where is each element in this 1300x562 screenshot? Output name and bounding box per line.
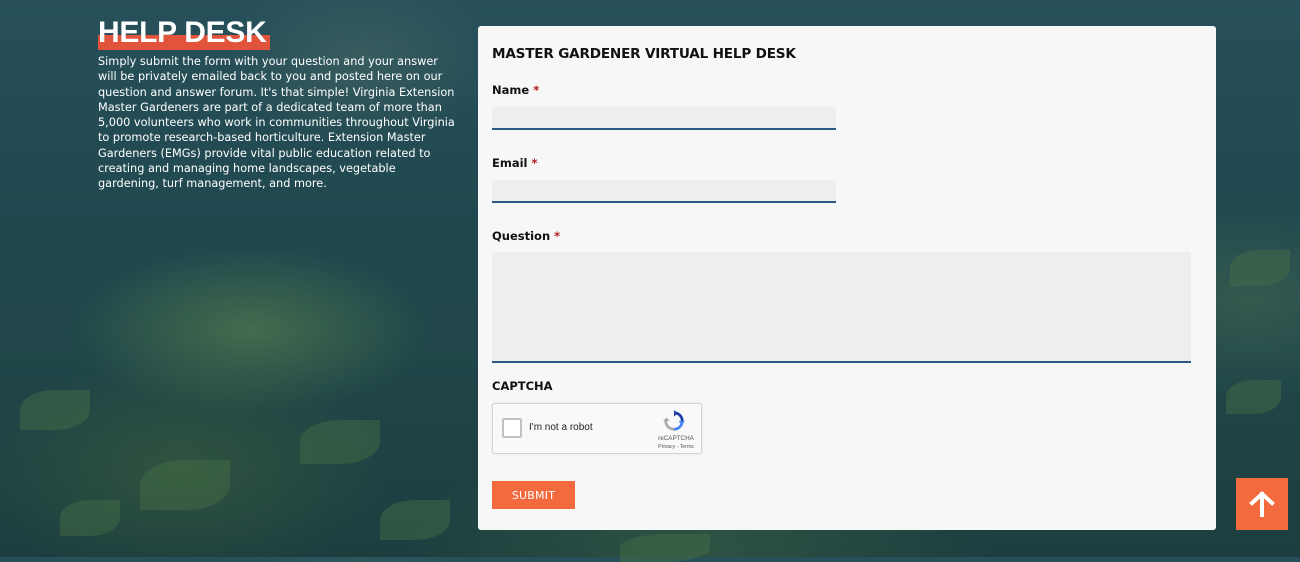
intro-section: HELP DESK Simply submit the form with yo… [98,16,460,192]
background-foliage [140,460,230,510]
name-input[interactable] [492,107,836,130]
recaptcha-checkbox[interactable] [502,418,522,438]
question-textarea[interactable] [492,252,1191,363]
background-foliage [60,500,120,536]
arrow-up-icon [1249,491,1275,517]
background-foliage [620,534,710,562]
required-marker: * [533,83,540,97]
background-foliage [380,500,450,540]
scroll-to-top-button[interactable] [1236,478,1288,530]
recaptcha-widget: I'm not a robot reCAPTCHA Privacy - Term… [492,403,702,454]
intro-description: Simply submit the form with your questio… [98,55,455,191]
email-input[interactable] [492,180,836,203]
submit-button[interactable]: SUBMIT [492,481,575,509]
question-label-text: Question [492,229,551,243]
name-label-text: Name [492,83,530,97]
page-title: HELP DESK [98,16,271,50]
required-marker: * [554,229,561,243]
recaptcha-checkbox-label: I'm not a robot [529,422,593,433]
required-marker: * [531,156,538,170]
name-label: Name * [492,83,539,97]
question-label: Question * [492,229,560,243]
help-desk-form: MASTER GARDENER VIRTUAL HELP DESK Name *… [478,26,1216,530]
form-heading: MASTER GARDENER VIRTUAL HELP DESK [492,46,796,62]
recaptcha-logo-icon [663,410,685,431]
captcha-label: CAPTCHA [492,379,553,393]
recaptcha-privacy-terms-links[interactable]: Privacy - Terms [645,444,707,450]
email-label: Email * [492,156,538,170]
background-foliage [20,390,90,430]
background-foliage [1226,380,1281,414]
background-foliage [1230,250,1290,286]
background-foliage [300,420,380,464]
recaptcha-brand: reCAPTCHA [658,435,694,442]
email-label-text: Email [492,156,528,170]
